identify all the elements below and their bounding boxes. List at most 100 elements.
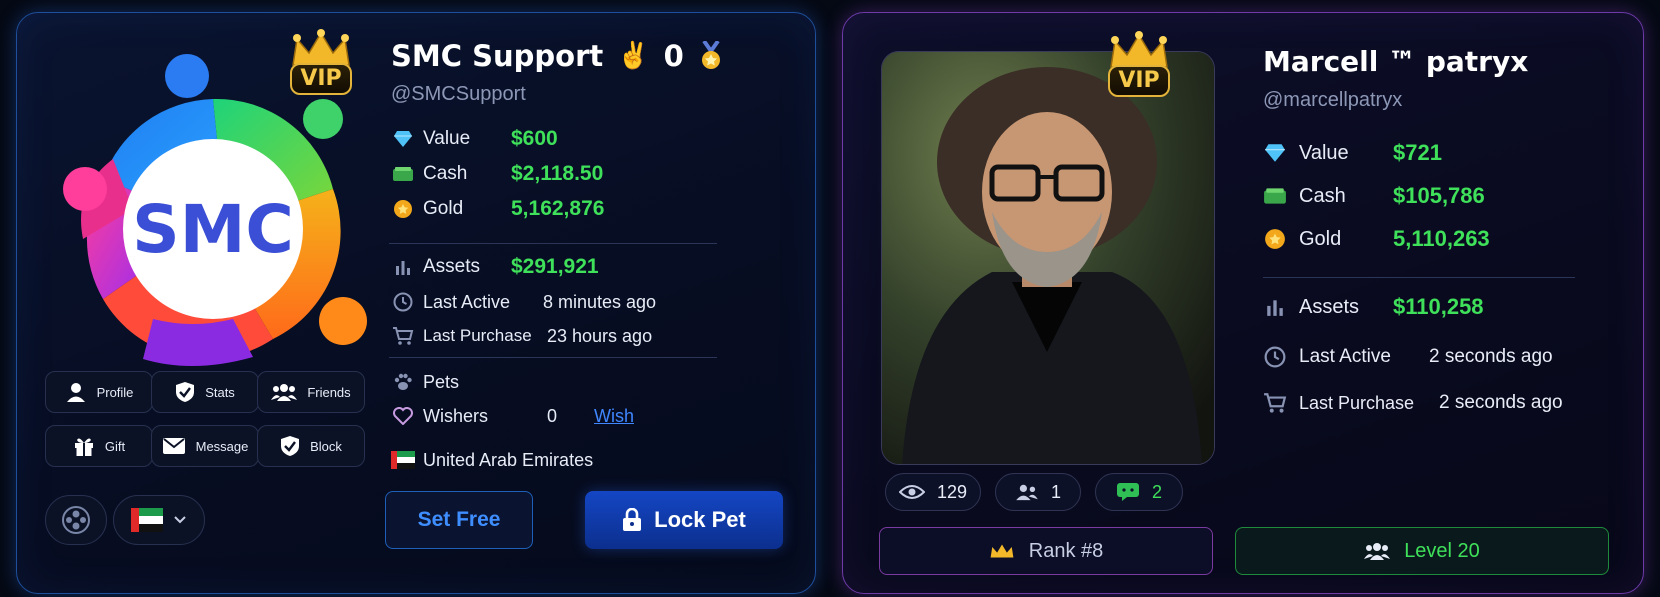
last-active-value: 2 seconds ago [1429, 346, 1553, 367]
gold-coin-icon [389, 199, 417, 219]
divider [389, 357, 717, 358]
block-button[interactable]: Block [257, 425, 365, 467]
stat-gold: Gold 5,162,876 [389, 196, 709, 222]
level-button[interactable]: Level 20 [1235, 527, 1609, 575]
uae-flag-icon [389, 451, 417, 469]
profile-photo[interactable] [881, 51, 1215, 465]
diamond-icon [389, 130, 417, 148]
cash-icon [389, 166, 417, 182]
wish-link[interactable]: Wish [594, 406, 634, 427]
set-free-label: Set Free [417, 508, 501, 531]
friends-icon [271, 384, 298, 401]
views-pill: 129 [885, 473, 981, 511]
assets-label: Assets [423, 256, 481, 277]
friends-pill[interactable]: 1 [995, 473, 1081, 511]
logo-text: SMC [132, 191, 294, 268]
peace-icon: ✌️ [617, 41, 650, 71]
gold-amount: 5,162,876 [511, 197, 605, 220]
clock-icon [1261, 346, 1289, 368]
assets-amount: $291,921 [511, 255, 599, 278]
stat-cash: Cash $105,786 [1261, 182, 1581, 210]
user-icon [66, 383, 85, 402]
country-row: United Arab Emirates [389, 447, 719, 473]
last-purchase-value: 2 seconds ago [1439, 392, 1563, 413]
value-label: Value [423, 128, 471, 149]
profile-button[interactable]: Profile [45, 371, 153, 413]
user-handle: @SMCSupport [391, 83, 526, 105]
friends-count: 1 [1050, 481, 1061, 502]
set-free-button[interactable]: Set Free [385, 491, 533, 549]
chevron-down-icon [174, 516, 186, 524]
lock-pet-button[interactable]: Lock Pet [585, 491, 783, 549]
stat-assets: Assets $291,921 [389, 254, 709, 280]
badge-count: 0 [663, 39, 684, 73]
stat-value: Value $600 [389, 126, 709, 152]
messages-pill[interactable]: 2 [1095, 473, 1183, 511]
lock-pet-label: Lock Pet [654, 507, 746, 532]
gift-button[interactable]: Gift [45, 425, 153, 467]
rank-label: Rank #8 [1028, 539, 1104, 562]
message-button[interactable]: Message [151, 425, 259, 467]
messages-count: 2 [1151, 481, 1162, 502]
value-label: Value [1299, 141, 1349, 164]
diamond-icon [1261, 143, 1289, 163]
envelope-icon [162, 438, 185, 454]
crown-icon [990, 544, 1014, 558]
group-icon [1364, 543, 1391, 560]
stats-button[interactable]: Stats [151, 371, 259, 413]
shield-block-icon [281, 436, 300, 456]
friends-icon [1016, 484, 1038, 501]
shield-check-icon [176, 382, 195, 402]
last-active-label: Last Active [423, 291, 511, 312]
cash-amount: $105,786 [1393, 183, 1485, 208]
vip-badge: VIP [289, 29, 353, 95]
message-label: Message [195, 438, 249, 454]
bar-chart-icon [389, 258, 417, 276]
stat-last-purchase: Last Purchase 23 hours ago [389, 323, 709, 349]
pets-row: Pets [389, 369, 709, 395]
country-name: United Arab Emirates [423, 449, 594, 470]
username: SMC Support [391, 39, 604, 73]
username-row: SMC Support ✌️ 0 [391, 39, 724, 73]
eye-icon [898, 485, 925, 499]
cart-icon [1261, 392, 1289, 414]
last-purchase-label: Last Purchase [423, 326, 532, 345]
value-amount: $600 [511, 127, 558, 150]
vip-label: VIP [290, 63, 352, 95]
rank-button[interactable]: Rank #8 [879, 527, 1213, 575]
profile-label: Profile [96, 384, 134, 400]
gold-amount: 5,110,263 [1393, 226, 1490, 251]
profile-card-marcell: VIP Marcell ™ patryx @marcellpatryx Valu… [842, 12, 1644, 594]
block-label: Block [310, 438, 342, 454]
friends-label: Friends [307, 384, 351, 400]
stat-cash: Cash $2,118.50 [389, 161, 709, 187]
cash-label: Cash [423, 163, 468, 184]
wishers-row: Wishers 0 Wish [389, 403, 719, 429]
community-button[interactable] [45, 495, 107, 545]
cash-label: Cash [1299, 184, 1346, 207]
profile-card-smc-support: SMC VIP SMC Support ✌️ 0 @SMCSupport Val… [16, 12, 816, 594]
uae-flag-icon [131, 508, 163, 532]
vip-badge: VIP [1107, 31, 1171, 97]
last-active-value: 8 minutes ago [543, 291, 657, 312]
gold-coin-icon [1261, 228, 1289, 250]
country-select[interactable] [113, 495, 205, 545]
stat-value: Value $721 [1261, 139, 1581, 167]
wishers-count: 0 [547, 405, 558, 426]
friends-button[interactable]: Friends [257, 371, 365, 413]
stats-label: Stats [205, 384, 235, 400]
heart-icon [389, 407, 417, 425]
last-active-label: Last Active [1299, 346, 1391, 367]
stat-last-active: Last Active 8 minutes ago [389, 289, 709, 315]
views-count: 129 [936, 481, 968, 502]
value-amount: $721 [1393, 140, 1442, 165]
assets-label: Assets [1299, 295, 1360, 318]
assets-amount: $110,258 [1393, 294, 1484, 319]
lock-icon [623, 508, 642, 531]
last-purchase-label: Last Purchase [1299, 392, 1415, 413]
community-icon [62, 506, 90, 534]
divider [389, 243, 717, 244]
bar-chart-icon [1261, 297, 1289, 317]
clock-icon [389, 292, 417, 312]
username: Marcell ™ patryx [1263, 45, 1529, 78]
